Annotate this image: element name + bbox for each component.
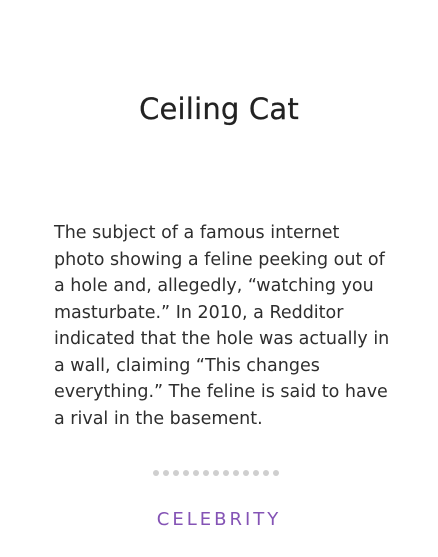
pagination-dot[interactable]: [173, 470, 179, 476]
definition-card: Ceiling Cat The subject of a famous inte…: [0, 0, 438, 557]
pagination-dot[interactable]: [153, 470, 159, 476]
category-label[interactable]: CELEBRITY: [0, 509, 438, 530]
card-title: Ceiling Cat: [139, 92, 299, 126]
pagination-dot[interactable]: [243, 470, 249, 476]
pagination-dot[interactable]: [253, 470, 259, 476]
pagination-dot[interactable]: [163, 470, 169, 476]
pagination-dot[interactable]: [203, 470, 209, 476]
pagination-dot[interactable]: [233, 470, 239, 476]
pagination-dots: [153, 470, 279, 476]
pagination-dot[interactable]: [183, 470, 189, 476]
pagination-dot[interactable]: [263, 470, 269, 476]
pagination-dot[interactable]: [213, 470, 219, 476]
pagination-dot[interactable]: [273, 470, 279, 476]
pagination-dot[interactable]: [193, 470, 199, 476]
card-definition: The subject of a famous internet photo s…: [54, 223, 390, 429]
pagination-dot[interactable]: [223, 470, 229, 476]
